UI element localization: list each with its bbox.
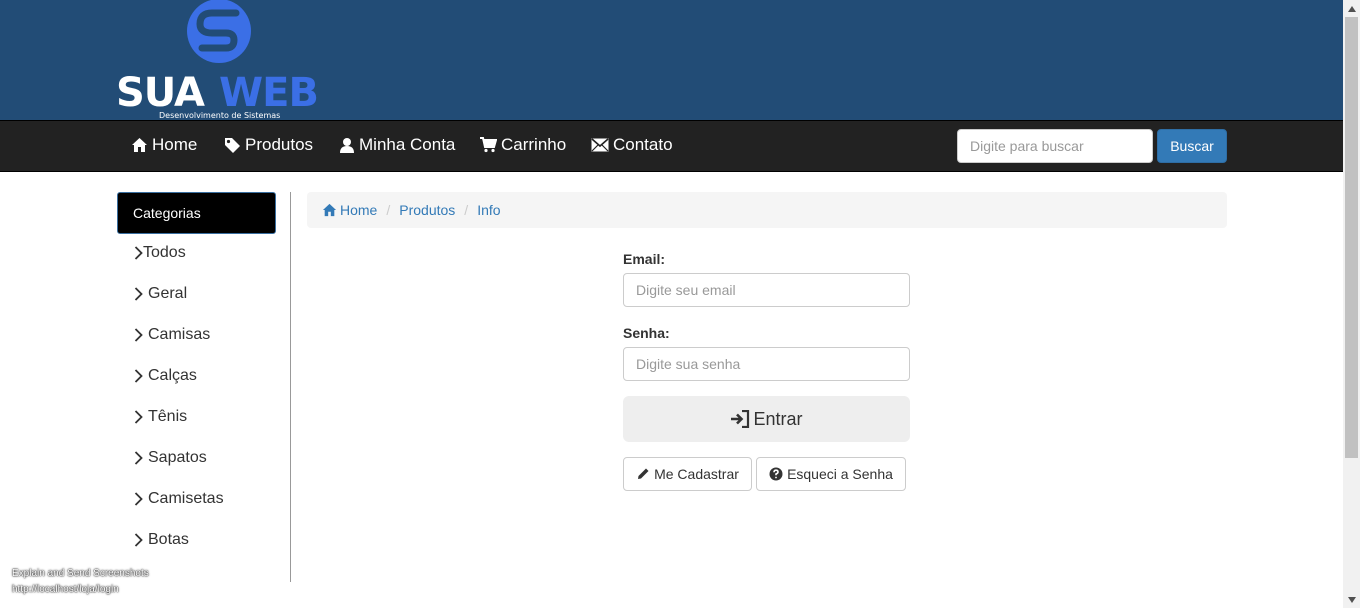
forgot-password-button[interactable]: Esqueci a Senha (756, 457, 906, 491)
category-label: Geral (148, 285, 188, 302)
chevron-right-icon (134, 369, 143, 383)
pencil-icon (638, 468, 649, 479)
svg-text:SUA: SUA (116, 70, 205, 116)
category-tenis[interactable]: Tênis (134, 405, 187, 429)
nav-minha-conta-label: Minha Conta (359, 135, 456, 154)
login-button-label: Entrar (753, 408, 803, 429)
category-label: Todos (143, 244, 186, 261)
forgot-password-button-label: Esqueci a Senha (787, 466, 893, 482)
overlay-caption: Explain and Send Screenshots (12, 568, 149, 579)
search-input[interactable] (957, 129, 1153, 163)
nav-contato[interactable]: Contato (591, 120, 673, 170)
nav-minha-conta[interactable]: Minha Conta (339, 120, 455, 170)
user-icon (340, 138, 354, 153)
scroll-down-arrow[interactable] (1343, 591, 1360, 608)
sidebar-divider (290, 192, 291, 582)
category-camisas[interactable]: Camisas (134, 323, 210, 347)
chevron-right-icon (134, 533, 143, 547)
category-label: Camisas (148, 326, 211, 343)
login-button[interactable]: Entrar (623, 396, 910, 442)
cart-icon (480, 137, 497, 153)
register-button[interactable]: Me Cadastrar (623, 457, 752, 491)
breadcrumb-separator: / (464, 202, 469, 218)
breadcrumb-info[interactable]: Info (477, 202, 500, 218)
breadcrumb: Home / Produtos / Info (307, 192, 1227, 228)
chevron-right-icon (134, 328, 143, 342)
nav-produtos-label: Produtos (245, 135, 314, 154)
nav-carrinho-label: Carrinho (501, 135, 567, 154)
register-button-label: Me Cadastrar (654, 466, 739, 482)
home-icon (132, 138, 147, 152)
scroll-up-arrow[interactable] (1343, 0, 1360, 17)
nav-carrinho[interactable]: Carrinho (480, 120, 566, 170)
chevron-right-icon (134, 451, 143, 465)
question-circle-icon (769, 467, 783, 481)
sign-in-icon (731, 410, 750, 428)
email-label: Email: (623, 251, 666, 267)
password-label: Senha: (623, 325, 670, 341)
nav-home-label: Home (152, 135, 198, 154)
category-sapatos[interactable]: Sapatos (134, 446, 207, 470)
category-camisetas[interactable]: Camisetas (134, 487, 224, 511)
chevron-right-icon (134, 246, 143, 260)
nav-contato-label: Contato (613, 135, 673, 154)
triangle-up-icon (1347, 5, 1356, 12)
search-button[interactable]: Buscar (1157, 129, 1227, 163)
nav-produtos[interactable]: Produtos (224, 120, 313, 170)
category-label: Camisetas (148, 490, 224, 507)
category-todos[interactable]: Todos (134, 241, 186, 265)
chevron-right-icon (134, 410, 143, 424)
overlay-url: http://localhost/loja/login (12, 584, 119, 595)
category-geral[interactable]: Geral (134, 282, 187, 306)
sidebar-title: Categorias (117, 192, 276, 234)
svg-text:WEB: WEB (219, 70, 318, 116)
breadcrumb-home-label: Home (340, 202, 378, 218)
breadcrumb-separator: / (386, 202, 391, 218)
home-icon (322, 203, 337, 217)
email-field[interactable] (623, 273, 910, 307)
logo-tagline: Desenvolvimento de Sistemas (159, 111, 281, 120)
category-label: Calças (148, 367, 197, 384)
category-label: Tênis (148, 408, 188, 425)
chevron-right-icon (134, 287, 143, 301)
category-label: Botas (148, 531, 189, 548)
triangle-down-icon (1347, 596, 1356, 603)
envelope-icon (591, 138, 609, 152)
category-label: Sapatos (148, 449, 207, 466)
chevron-right-icon (134, 492, 143, 506)
nav-home[interactable]: Home (131, 120, 197, 170)
scrollbar-thumb[interactable] (1345, 17, 1358, 458)
breadcrumb-home[interactable]: Home (322, 202, 377, 218)
suaweb-logo[interactable]: SUA WEB (114, 0, 326, 122)
password-field[interactable] (623, 347, 910, 381)
tag-icon (225, 138, 240, 153)
category-botas[interactable]: Botas (134, 528, 189, 552)
category-calcas[interactable]: Calças (134, 364, 197, 388)
breadcrumb-produtos[interactable]: Produtos (399, 202, 455, 218)
